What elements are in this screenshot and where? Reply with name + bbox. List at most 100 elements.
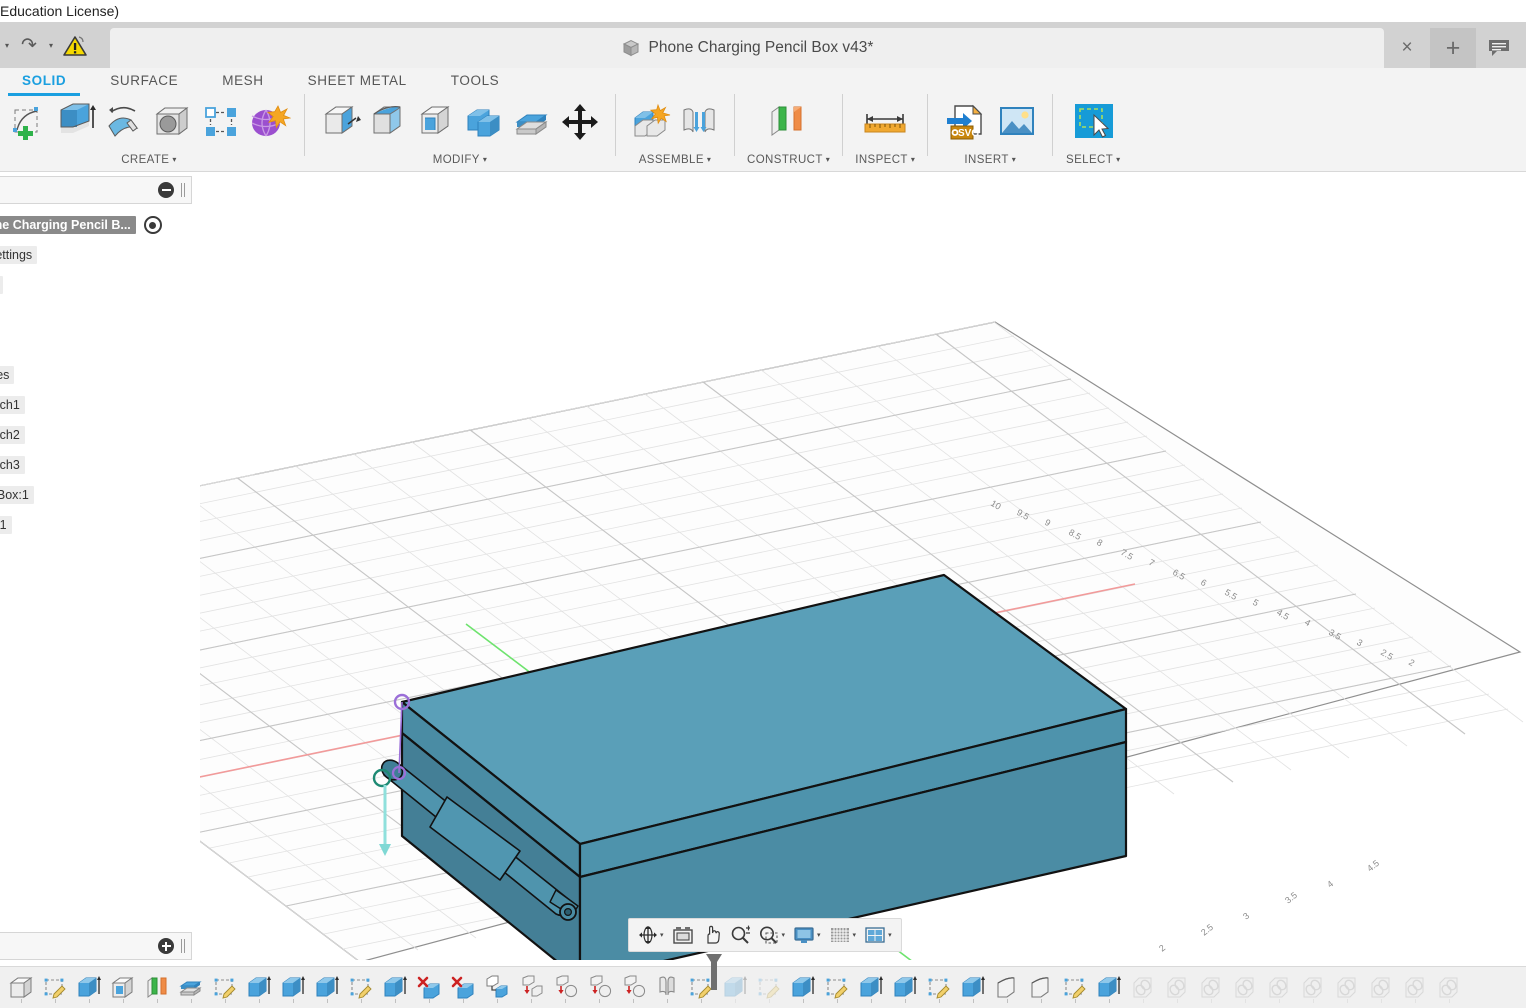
select-window-icon[interactable] bbox=[1065, 97, 1121, 147]
timeline-item-split[interactable] bbox=[174, 971, 208, 1005]
timeline-item-fillet[interactable] bbox=[1024, 971, 1058, 1005]
timeline-item-extrude[interactable] bbox=[378, 971, 412, 1005]
insert-svg-icon[interactable]: SVG bbox=[940, 97, 992, 147]
timeline-item-joint[interactable] bbox=[616, 971, 650, 1005]
new-tab-icon[interactable]: + bbox=[1430, 28, 1476, 68]
timeline-item-extrude[interactable] bbox=[854, 971, 888, 1005]
timeline-item-remove[interactable] bbox=[412, 971, 446, 1005]
pan-icon[interactable] bbox=[699, 921, 725, 949]
fillet-icon[interactable] bbox=[365, 97, 411, 147]
tree-row-sketch2[interactable]: ketch2 bbox=[0, 420, 200, 450]
timeline-item-remove[interactable] bbox=[446, 971, 480, 1005]
timeline-item-extrude[interactable] bbox=[242, 971, 276, 1005]
timeline-item-plane[interactable] bbox=[140, 971, 174, 1005]
ribbon-group-modify-label[interactable]: MODIFY▾ bbox=[433, 150, 488, 170]
warning-triangle-icon[interactable] bbox=[62, 34, 88, 56]
timeline-item-extrude[interactable] bbox=[310, 971, 344, 1005]
timeline-item-joint[interactable] bbox=[548, 971, 582, 1005]
offset-face-icon[interactable] bbox=[509, 97, 555, 147]
viewports-icon[interactable]: ▾ bbox=[861, 921, 895, 949]
expand-icon[interactable] bbox=[158, 938, 174, 954]
undo-caret-icon[interactable]: ▾ bbox=[0, 34, 14, 56]
comment-icon[interactable] bbox=[1476, 28, 1522, 68]
timeline-item-extrude[interactable] bbox=[276, 971, 310, 1005]
timeline-item-link[interactable] bbox=[1330, 971, 1364, 1005]
joint-icon[interactable] bbox=[676, 97, 722, 147]
tree-row-bottom-box[interactable]: m Box:1 bbox=[0, 480, 200, 510]
orbit-icon[interactable]: ▾ bbox=[635, 921, 667, 949]
tree-row-origin[interactable]: n bbox=[0, 300, 200, 330]
ribbon-group-construct-label[interactable]: CONSTRUCT▾ bbox=[747, 150, 830, 170]
tree-row-top-box[interactable]: ox:1 bbox=[0, 510, 200, 540]
timeline-track[interactable] bbox=[4, 967, 1526, 1008]
viewport-canvas[interactable]: 10 9.5 9 8.5 8 7.5 7 6.5 6 5.5 5 4.5 4 3… bbox=[0, 172, 1526, 960]
offset-plane-icon[interactable] bbox=[760, 97, 818, 147]
look-at-icon[interactable] bbox=[669, 921, 697, 949]
ribbon-group-assemble-label[interactable]: ASSEMBLE▾ bbox=[639, 150, 712, 170]
revolve-icon[interactable] bbox=[102, 97, 148, 147]
timeline-item-sketch[interactable] bbox=[38, 971, 72, 1005]
form-icon[interactable] bbox=[246, 97, 292, 147]
ribbon-tab-surface[interactable]: SURFACE bbox=[88, 68, 200, 94]
timeline-item-link[interactable] bbox=[1160, 971, 1194, 1005]
fit-icon[interactable]: ▾ bbox=[755, 921, 789, 949]
timeline-item-sketch[interactable] bbox=[344, 971, 378, 1005]
timeline-item-sketch[interactable] bbox=[820, 971, 854, 1005]
tree-row-root[interactable]: one Charging Pencil B... bbox=[0, 210, 200, 240]
zoom-icon[interactable] bbox=[727, 921, 753, 949]
measure-icon[interactable] bbox=[855, 97, 915, 147]
pattern-icon[interactable] bbox=[198, 97, 244, 147]
combine-icon[interactable] bbox=[461, 97, 507, 147]
timeline-item-component[interactable] bbox=[480, 971, 514, 1005]
browser-resize-grip[interactable] bbox=[181, 183, 185, 197]
tree-row-named-views[interactable]: ws bbox=[0, 270, 200, 300]
timeline-item-link[interactable] bbox=[1262, 971, 1296, 1005]
timeline-item-sketch[interactable] bbox=[1058, 971, 1092, 1005]
timeline-item-joint[interactable] bbox=[582, 971, 616, 1005]
shell-icon[interactable] bbox=[413, 97, 459, 147]
display-settings-icon[interactable]: ▾ bbox=[790, 921, 824, 949]
viewport-3d[interactable]: 10 9.5 9 8.5 8 7.5 7 6.5 6 5.5 5 4.5 4 3… bbox=[0, 172, 1526, 960]
timeline-item-extrude[interactable] bbox=[956, 971, 990, 1005]
ribbon-tab-solid[interactable]: SOLID bbox=[0, 68, 88, 94]
ribbon-tab-mesh[interactable]: MESH bbox=[200, 68, 285, 94]
collapse-all-icon[interactable] bbox=[158, 182, 174, 198]
visibility-toggle-icon[interactable] bbox=[144, 216, 162, 234]
press-pull-icon[interactable] bbox=[317, 97, 363, 147]
decal-icon[interactable] bbox=[994, 97, 1040, 147]
document-tab[interactable]: Phone Charging Pencil Box v43* bbox=[110, 28, 1384, 68]
timeline-item-body[interactable] bbox=[4, 971, 38, 1005]
timeline-item-extrude[interactable] bbox=[888, 971, 922, 1005]
tree-row-sketches[interactable]: ches bbox=[0, 360, 200, 390]
timeline-item-sketch[interactable] bbox=[922, 971, 956, 1005]
tree-row-bodies[interactable]: s bbox=[0, 330, 200, 360]
timeline-item-link[interactable] bbox=[1194, 971, 1228, 1005]
timeline-item-extrude[interactable] bbox=[72, 971, 106, 1005]
timeline-item-link[interactable] bbox=[1398, 971, 1432, 1005]
hole-icon[interactable] bbox=[150, 97, 196, 147]
timeline-item-link[interactable] bbox=[1126, 971, 1160, 1005]
move-copy-icon[interactable] bbox=[557, 97, 603, 147]
close-icon[interactable]: × bbox=[1384, 28, 1430, 68]
ribbon-group-create-label[interactable]: CREATE▾ bbox=[121, 150, 177, 170]
timeline-item-link[interactable] bbox=[1296, 971, 1330, 1005]
timeline-item-asbuilt-joint[interactable] bbox=[650, 971, 684, 1005]
tree-row-document-settings[interactable]: Settings bbox=[0, 240, 200, 270]
redo-caret-icon[interactable]: ▾ bbox=[44, 34, 58, 56]
ribbon-group-select-label[interactable]: SELECT▾ bbox=[1066, 150, 1121, 170]
timeline-item-extrude[interactable] bbox=[1092, 971, 1126, 1005]
grid-snaps-icon[interactable]: ▾ bbox=[826, 921, 860, 949]
timeline-item-link[interactable] bbox=[1228, 971, 1262, 1005]
timeline-item-sketch[interactable] bbox=[208, 971, 242, 1005]
redo-icon[interactable]: ↷ bbox=[18, 34, 40, 56]
extrude-icon[interactable] bbox=[54, 97, 100, 147]
timeline-item-joint[interactable] bbox=[514, 971, 548, 1005]
timeline-item-link[interactable] bbox=[1364, 971, 1398, 1005]
ribbon-tab-sheet-metal[interactable]: SHEET METAL bbox=[286, 68, 429, 94]
timeline-item-extrude[interactable] bbox=[786, 971, 820, 1005]
timeline-item-shell[interactable] bbox=[106, 971, 140, 1005]
timeline-item-link[interactable] bbox=[1432, 971, 1466, 1005]
new-component-icon[interactable] bbox=[628, 97, 674, 147]
timeline-item-fillet[interactable] bbox=[990, 971, 1024, 1005]
timeline[interactable] bbox=[0, 966, 1526, 1008]
